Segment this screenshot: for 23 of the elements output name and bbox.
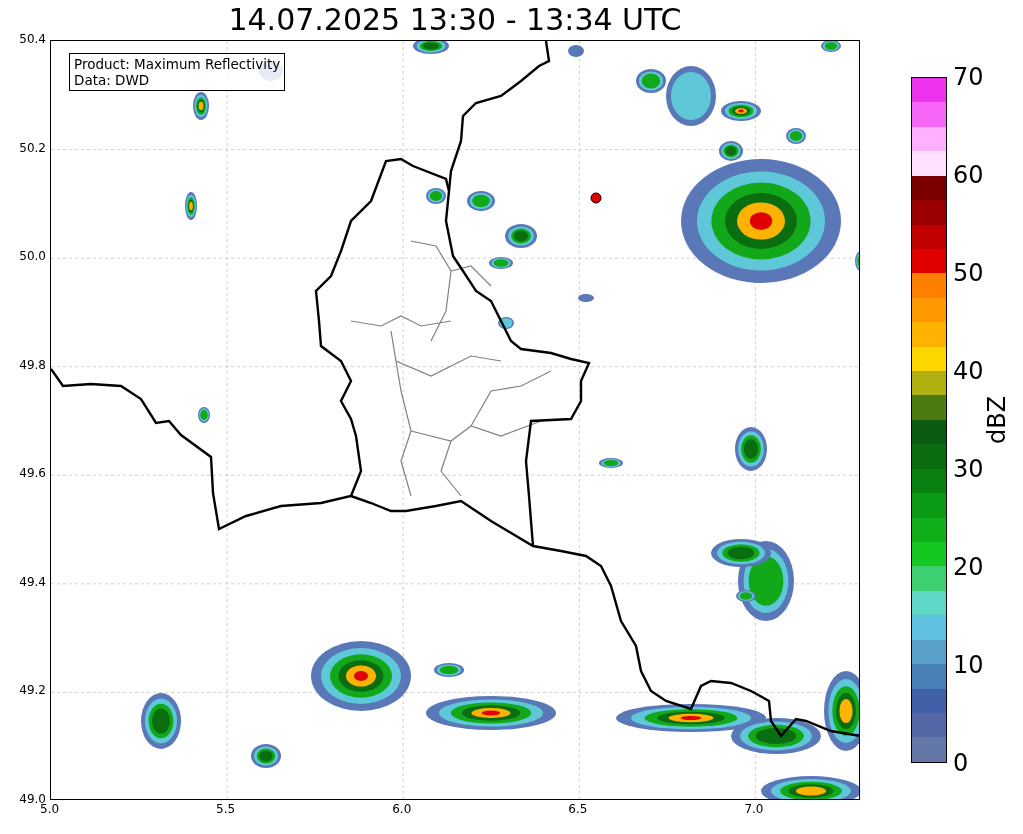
y-tick-label: 49.6 xyxy=(19,466,46,481)
y-tick-label: 50.2 xyxy=(19,140,46,155)
y-tick-label: 50.0 xyxy=(19,249,46,264)
colorbar-tick-label: 10 xyxy=(953,653,984,677)
x-tick-label: 6.0 xyxy=(392,802,412,816)
colorbar-tick-label: 20 xyxy=(953,555,984,579)
colorbar-tick-label: 50 xyxy=(953,261,984,285)
legend-text: Product: Maximum Reflectivity xyxy=(74,56,281,72)
x-tick-label: 5.5 xyxy=(216,802,236,816)
colorbar-tick-label: 30 xyxy=(953,457,984,481)
x-tick-label: 7.0 xyxy=(744,802,764,816)
legend-text: Data: DWD xyxy=(74,72,151,88)
y-tick-label: 49.8 xyxy=(19,357,46,372)
y-tick-label: 49.2 xyxy=(19,683,46,698)
y-tick-label: 49.4 xyxy=(19,574,46,589)
x-tick-label: 6.5 xyxy=(568,802,588,816)
colorbar-label: dBZ xyxy=(983,395,1012,445)
colorbar-tick-label: 40 xyxy=(953,359,984,383)
colorbar-tick-label: 60 xyxy=(953,163,984,187)
colorbar-tick-label: 0 xyxy=(953,751,969,775)
y-tick-label: 50.4 xyxy=(19,32,46,46)
colorbar-tick-label: 70 xyxy=(953,65,984,89)
chart-title: 14.07.2025 13:30 - 13:34 UTC xyxy=(227,1,683,39)
